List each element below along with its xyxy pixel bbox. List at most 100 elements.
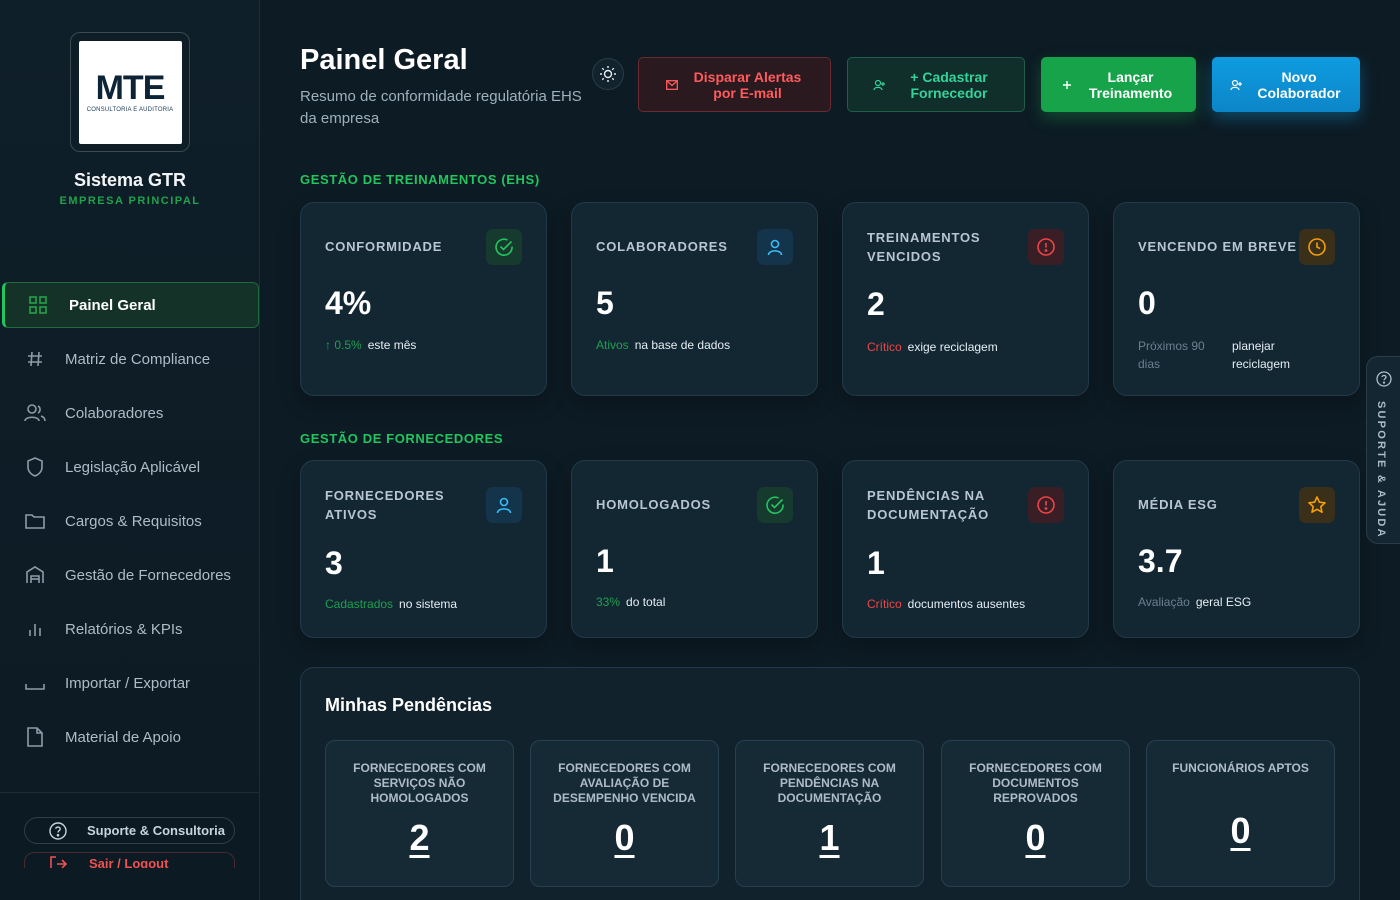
new-employee-button[interactable]: Novo Colaborador — [1212, 57, 1360, 112]
users-icon — [24, 402, 46, 424]
help-circle-icon — [49, 821, 67, 840]
pending-count-link[interactable]: 1 — [736, 817, 923, 859]
kpi-label: TREINAMENTOS VENCIDOS — [867, 230, 981, 264]
kpi-status: Ativos — [596, 338, 629, 352]
sidebar-item-fornecedores[interactable]: Gestão de Fornecedores — [0, 552, 260, 598]
sidebar-item-label: Matriz de Compliance — [65, 350, 211, 368]
sidebar-item-matriz-compliance[interactable]: Matriz de Compliance — [0, 336, 260, 382]
logo-subtitle: CONSULTORIA E AUDITORIA — [86, 107, 174, 113]
kpi-footnote: Próximos 90 dias planejar reciclagem — [1138, 337, 1312, 373]
pending-count-link[interactable]: 0 — [531, 817, 718, 859]
sidebar-divider — [0, 792, 260, 793]
sidebar-item-legislacao[interactable]: Legislação Aplicável — [0, 444, 260, 490]
sidebar-item-label: Legislação Aplicável — [65, 458, 201, 476]
kpi-card-media-esg[interactable]: MÉDIA ESG 3.7 Avaliação geral ESG — [1113, 460, 1360, 638]
kpi-footnote: Avaliação geral ESG — [1138, 595, 1251, 609]
bar-chart-icon — [24, 618, 46, 640]
kpi-percent: 33% — [596, 595, 621, 609]
support-label: Suporte & Consultoria — [87, 823, 225, 838]
pending-count-link[interactable]: 2 — [326, 817, 513, 859]
kpi-label: VENCENDO EM BREVE — [1138, 239, 1297, 254]
pending-card-servicos-nao-homologados[interactable]: FORNECEDORES COM SERVIÇOS NÃO HOMOLOGADO… — [325, 740, 514, 887]
kpi-label: FORNECEDORES ATIVOS — [325, 488, 445, 522]
plus-icon — [1062, 80, 1072, 90]
support-help-tab[interactable]: SUPORTE & AJUDA — [1366, 356, 1400, 544]
shield-icon — [24, 456, 46, 478]
sidebar-nav: Painel Geral Matriz de Compliance Colabo… — [0, 282, 260, 768]
clock-icon — [1299, 229, 1335, 265]
pending-count-link[interactable]: 0 — [1147, 810, 1334, 852]
page-title: Painel Geral — [300, 44, 468, 76]
sidebar-item-importar-exportar[interactable]: Importar / Exportar — [0, 660, 260, 706]
theme-toggle-button[interactable] — [592, 58, 624, 90]
add-supplier-button[interactable]: + Cadastrar Fornecedor — [847, 57, 1025, 112]
pending-card-documentos-reprovados[interactable]: FORNECEDORES COM DOCUMENTOS REPROVADOS 0 — [941, 740, 1130, 887]
logo-mark: MTE — [95, 69, 166, 107]
kpi-card-vencendo-em-breve[interactable]: VENCENDO EM BREVE 0 Próximos 90 dias pla… — [1113, 202, 1360, 396]
alert-circle-icon — [1028, 487, 1064, 523]
sidebar-item-label: Painel Geral — [69, 296, 156, 314]
kpi-status: Crítico — [867, 597, 902, 611]
kpi-card-colaboradores[interactable]: COLABORADORES 5 Ativos na base de dados — [571, 202, 818, 396]
kpi-card-pendencias-documentacao[interactable]: PENDÊNCIAS NA DOCUMENTAÇÃO 1 Crítico doc… — [842, 460, 1089, 638]
kpi-footnote: 33% do total — [596, 595, 665, 609]
pending-card-pendencias-documentacao[interactable]: FORNECEDORES COM PENDÊNCIAS NA DOCUMENTA… — [735, 740, 924, 887]
kpi-card-conformidade[interactable]: CONFORMIDADE 4% ↑ 0.5% este mês — [300, 202, 547, 396]
kpi-caption: geral ESG — [1195, 595, 1252, 609]
kpi-caption: planejar reciclagem — [1232, 339, 1291, 371]
send-email-alerts-button[interactable]: Disparar Alertas por E-mail — [638, 57, 831, 112]
star-icon — [1299, 487, 1335, 523]
sidebar-item-cargos[interactable]: Cargos & Requisitos — [0, 498, 260, 544]
sidebar-item-label: Relatórios & KPIs — [65, 620, 183, 638]
pending-items-panel: Minhas Pendências FORNECEDORES COM SERVI… — [300, 667, 1360, 900]
pending-card-avaliacao-vencida[interactable]: FORNECEDORES COM AVALIAÇÃO DE DESEMPENHO… — [530, 740, 719, 887]
kpi-card-treinamentos-vencidos[interactable]: TREINAMENTOS VENCIDOS 2 Crítico exige re… — [842, 202, 1089, 396]
sidebar-item-material-apoio[interactable]: Material de Apoio — [0, 714, 260, 760]
company-name: EMPRESA PRINCIPAL — [59, 195, 201, 207]
logout-icon — [49, 856, 67, 868]
user-plus-icon — [873, 79, 885, 91]
kpi-status: Cadastrados — [325, 597, 394, 611]
kpi-value: 3 — [325, 545, 343, 581]
kpi-caption: no sistema — [399, 597, 458, 611]
pending-card-funcionarios-aptos[interactable]: FUNCIONÁRIOS APTOS 0 — [1146, 740, 1335, 887]
kpi-trend: ↑ 0.5% — [325, 338, 362, 352]
pending-label: FUNCIONÁRIOS APTOS — [1172, 761, 1309, 775]
help-circle-icon — [1376, 371, 1392, 387]
pending-label: FORNECEDORES COM SERVIÇOS NÃO HOMOLOGADO… — [353, 761, 486, 805]
add-supplier-label: + Cadastrar Fornecedor — [910, 68, 988, 101]
kpi-status: Avaliação — [1138, 595, 1190, 609]
launch-training-label: Lançar Treinamento — [1088, 68, 1173, 101]
new-employee-label: Novo Colaborador — [1257, 68, 1341, 101]
kpi-label: HOMOLOGADOS — [596, 497, 711, 512]
sidebar-item-label: Material de Apoio — [65, 728, 181, 746]
kpi-footnote: Crítico exige reciclagem — [867, 340, 998, 354]
alert-circle-icon — [1028, 229, 1064, 265]
section-title-training: GESTÃO DE TREINAMENTOS (EHS) — [300, 172, 540, 187]
kpi-card-fornecedores-ativos[interactable]: FORNECEDORES ATIVOS 3 Cadastrados no sis… — [300, 460, 547, 638]
pending-count-link[interactable]: 0 — [942, 817, 1129, 859]
sidebar-item-painel-geral[interactable]: Painel Geral — [2, 282, 259, 328]
sidebar-item-label: Gestão de Fornecedores — [65, 566, 231, 584]
kpi-caption: documentos ausentes — [907, 597, 1026, 611]
logout-button[interactable]: Sair / Logout — [24, 852, 235, 868]
kpi-label: MÉDIA ESG — [1138, 497, 1218, 512]
kpi-footnote: ↑ 0.5% este mês — [325, 338, 416, 352]
launch-training-button[interactable]: Lançar Treinamento — [1041, 57, 1196, 112]
sidebar-item-colaboradores[interactable]: Colaboradores — [0, 390, 260, 436]
sidebar-item-label: Cargos & Requisitos — [65, 512, 202, 530]
support-consulting-button[interactable]: Suporte & Consultoria — [24, 817, 235, 844]
mail-icon — [665, 79, 678, 90]
sun-icon — [599, 65, 617, 83]
kpi-footnote: Crítico documentos ausentes — [867, 597, 1025, 611]
kpi-label: CONFORMIDADE — [325, 239, 443, 254]
hash-icon — [24, 348, 46, 370]
user-plus-icon — [1230, 79, 1242, 91]
pending-label: FORNECEDORES COM PENDÊNCIAS NA DOCUMENTA… — [763, 761, 896, 805]
kpi-status: Próximos 90 dias — [1138, 339, 1205, 371]
folder-icon — [24, 510, 46, 532]
kpi-value: 0 — [1138, 285, 1156, 321]
sidebar-item-relatorios[interactable]: Relatórios & KPIs — [0, 606, 260, 652]
kpi-card-homologados[interactable]: HOMOLOGADOS 1 33% do total — [571, 460, 818, 638]
check-circle-icon — [486, 229, 522, 265]
